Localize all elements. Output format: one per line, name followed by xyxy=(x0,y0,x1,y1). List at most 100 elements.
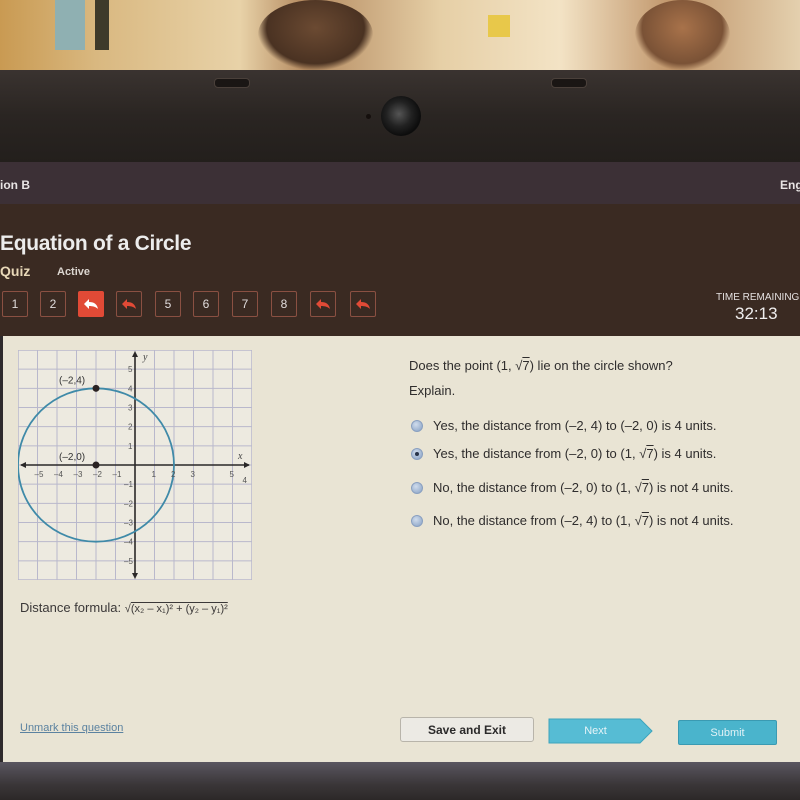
question-suffix: ) lie on the circle shown? xyxy=(529,358,673,373)
y-tick-label: –4 xyxy=(124,538,133,547)
question-nav-button[interactable] xyxy=(350,291,376,317)
coordinate-graph: –5 –4 –3 –2 –1 1 2 3 5454321–1–2–3–4–5xy(–2,4)(–… xyxy=(18,350,252,580)
wall-poster xyxy=(55,0,85,50)
answer-option-text: No, the distance from (–2, 4) to (1, √7)… xyxy=(433,513,734,528)
laptop-bezel xyxy=(0,70,800,162)
return-arrow-icon xyxy=(121,298,137,310)
timer-value: 32:13 xyxy=(735,304,778,323)
x-tick-label: 1 xyxy=(152,470,157,479)
question-nav-button[interactable]: 1 xyxy=(2,291,28,317)
wall-poster xyxy=(488,15,510,37)
option-sqrt-value: 7 xyxy=(641,480,649,495)
option-text-part: No, the distance from (–2, 4) to (1, xyxy=(433,513,635,528)
activity-type-label: Quiz xyxy=(0,263,31,279)
camera-indicator xyxy=(366,114,371,119)
x-tick-label: –3 xyxy=(74,470,83,479)
y-tick-label: –5 xyxy=(124,557,133,566)
screen: ion B Eng Equation of a Circle Quiz Acti… xyxy=(0,162,800,762)
distance-formula: Distance formula: √(x₂ – x₁)² + (y₂ – y₁… xyxy=(20,600,228,615)
question-sqrt-value: 7 xyxy=(522,358,530,373)
question-number: 8 xyxy=(280,297,288,311)
timer-label: TIME REMAINING xyxy=(716,292,800,303)
option-text-part: ) is not 4 units. xyxy=(648,480,734,495)
question-prefix: Does the point (1, xyxy=(409,358,516,373)
question-number: 2 xyxy=(49,297,57,311)
y-tick-label: –2 xyxy=(124,499,133,508)
status-badge: Active xyxy=(57,266,91,278)
y-tick-label: –1 xyxy=(124,480,133,489)
question-nav-button[interactable]: 5 xyxy=(155,291,181,317)
bezel-slot xyxy=(214,78,250,88)
question-number: 7 xyxy=(241,297,249,311)
next-button[interactable]: Next xyxy=(548,718,653,744)
bezel-slot xyxy=(551,78,587,88)
y-tick-label: 5 xyxy=(128,365,133,374)
y-tick-label: –3 xyxy=(124,519,133,528)
y-tick-label: 2 xyxy=(128,423,133,432)
answer-option-text: Yes, the distance from (–2, 0) to (1, √7… xyxy=(433,446,716,461)
option-text-part: ) is not 4 units. xyxy=(648,513,734,528)
x-tick-label: 4 xyxy=(243,476,248,485)
section-label: ion B xyxy=(0,178,30,192)
point-label: (–2,4) xyxy=(59,375,85,386)
option-sqrt-value: 7 xyxy=(646,446,654,461)
answer-option[interactable]: Yes, the distance from (–2, 4) to (–2, 0… xyxy=(411,418,717,433)
graph-point xyxy=(92,461,100,469)
answer-option[interactable]: Yes, the distance from (–2, 0) to (1, √7… xyxy=(411,446,716,461)
radio-button[interactable] xyxy=(411,481,423,494)
answer-option-text: No, the distance from (–2, 0) to (1, √7)… xyxy=(433,480,734,495)
formula-radicand: (x₂ – x₁)² + (y₂ – y₁)² xyxy=(130,603,228,615)
y-tick-label: 4 xyxy=(128,384,133,393)
point-label: (–2,0) xyxy=(59,452,85,463)
answer-option[interactable]: No, the distance from (–2, 0) to (1, √7)… xyxy=(411,480,734,495)
submit-button[interactable]: Submit xyxy=(678,720,777,745)
return-arrow-icon xyxy=(355,298,371,310)
webcam-icon xyxy=(381,96,421,136)
x-tick-label: 5 xyxy=(230,470,235,479)
unmark-question-link[interactable]: Unmark this question xyxy=(20,722,123,734)
background-room-photo xyxy=(0,0,800,70)
question-nav-button[interactable]: 2 xyxy=(40,291,66,317)
question-nav-button[interactable]: 6 xyxy=(193,291,219,317)
question-nav-button[interactable]: 7 xyxy=(232,291,258,317)
formula-expression: √(x₂ – x₁)² + (y₂ – y₁)² xyxy=(125,603,228,615)
return-arrow-icon xyxy=(315,298,331,310)
question-nav-button[interactable] xyxy=(78,291,104,317)
y-axis-label: y xyxy=(142,352,148,363)
x-tick-label: –2 xyxy=(93,470,102,479)
question-instruction: Explain. xyxy=(409,383,456,398)
option-text-part: ) is 4 units. xyxy=(653,446,717,461)
x-tick-label: 2 xyxy=(171,470,176,479)
graph-point xyxy=(92,384,100,392)
next-button-label: Next xyxy=(584,725,607,737)
x-axis-label: x xyxy=(237,451,243,462)
question-nav-button[interactable]: 8 xyxy=(271,291,297,317)
return-arrow-icon xyxy=(83,298,99,310)
option-text-part: Yes, the distance from (–2, 4) to (–2, 0… xyxy=(433,418,717,433)
x-tick-label: –1 xyxy=(113,470,122,479)
formula-label: Distance formula: xyxy=(20,600,122,615)
y-tick-label: 1 xyxy=(128,442,133,451)
top-bar: ion B Eng xyxy=(0,162,800,204)
option-text-part: No, the distance from (–2, 0) to (1, xyxy=(433,480,635,495)
option-text-part: Yes, the distance from (–2, 0) to (1, xyxy=(433,446,640,461)
question-number: 6 xyxy=(202,297,210,311)
question-nav-button[interactable] xyxy=(310,291,336,317)
radio-button[interactable] xyxy=(411,419,423,432)
save-and-exit-button[interactable]: Save and Exit xyxy=(400,717,534,742)
radio-button[interactable] xyxy=(411,447,423,460)
question-panel: –5 –4 –3 –2 –1 1 2 3 5 4 5 4 3 2 1 –1 –2 –3 –4 –5 x y (–2,4) (–… xyxy=(0,336,800,762)
x-tick-label: –4 xyxy=(54,470,63,479)
language-label[interactable]: Eng xyxy=(780,178,800,192)
sqrt-icon: √ xyxy=(634,513,642,528)
radio-button[interactable] xyxy=(411,514,423,527)
sqrt-icon: √ xyxy=(634,480,642,495)
y-tick-label: 3 xyxy=(128,404,133,413)
question-number: 1 xyxy=(11,297,19,311)
answer-option-text: Yes, the distance from (–2, 4) to (–2, 0… xyxy=(433,418,717,433)
question-text: Does the point (1, √7) lie on the circle… xyxy=(409,358,673,373)
x-tick-label: 3 xyxy=(191,470,196,479)
question-nav-button[interactable] xyxy=(116,291,142,317)
answer-option[interactable]: No, the distance from (–2, 4) to (1, √7)… xyxy=(411,513,734,528)
background-person xyxy=(635,0,730,70)
